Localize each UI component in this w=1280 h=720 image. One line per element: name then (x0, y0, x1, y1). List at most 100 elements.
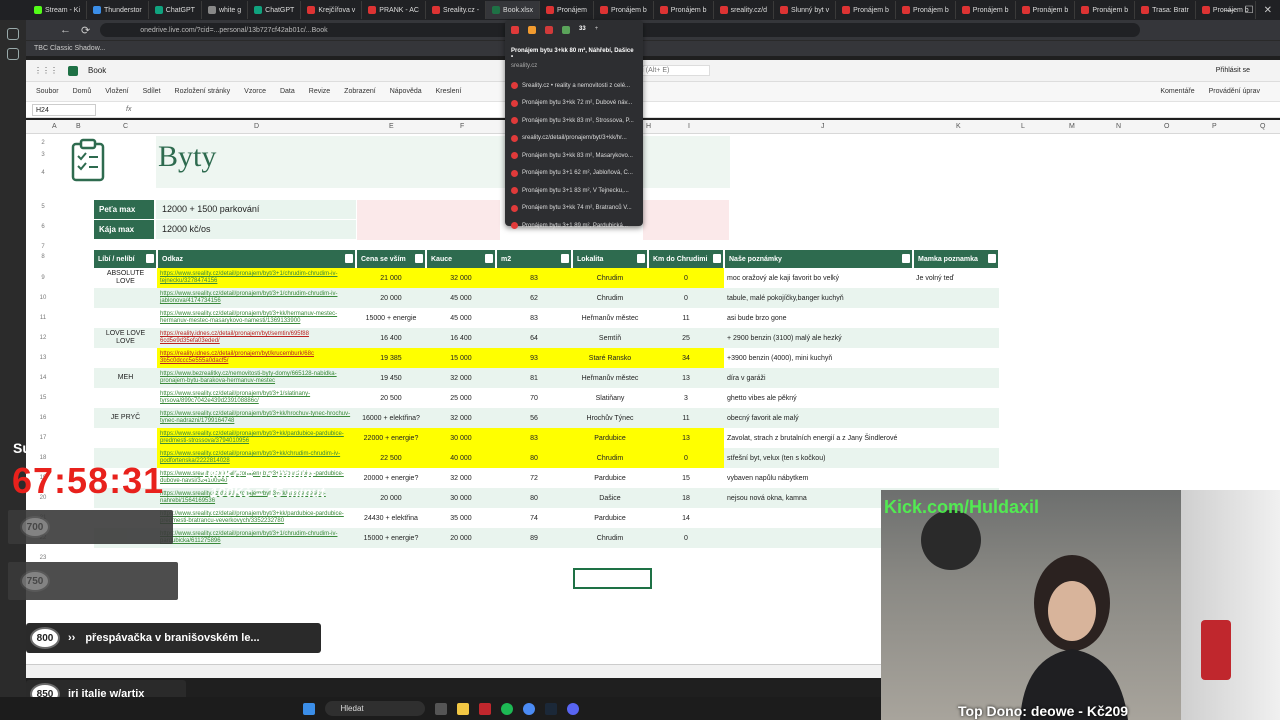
header-cell[interactable]: Cena se vším (356, 250, 427, 268)
cell-link[interactable]: https://reality.idnes.cz/detail/pronajem… (157, 328, 356, 348)
menu-data[interactable]: Data (280, 88, 295, 95)
row-header[interactable]: 6 (38, 224, 48, 230)
row-header[interactable]: 12 (38, 335, 48, 341)
row-header[interactable]: 3 (38, 152, 48, 158)
row-header[interactable]: 13 (38, 355, 48, 361)
row-header[interactable]: 16 (38, 415, 48, 421)
row-header[interactable]: 5 (38, 204, 48, 210)
cell-link[interactable]: https://www.sreality.cz/detail/pronajem/… (157, 428, 356, 448)
menu-napoveda[interactable]: Nápověda (390, 88, 422, 95)
filter-dropdown-icon[interactable] (415, 254, 423, 263)
col-header[interactable]: K (956, 123, 961, 130)
file-name[interactable]: Book (88, 66, 106, 75)
maximize-icon[interactable]: ☐ (1245, 5, 1254, 16)
col-header[interactable]: J (821, 123, 825, 130)
header-cell[interactable]: Lokalita (572, 250, 649, 268)
header-cell[interactable]: Kauce (426, 250, 497, 268)
dropdown-tab-item[interactable]: Sreality.cz • reality a nemovitosti z ce… (511, 77, 637, 95)
cell-link[interactable]: https://www.sreality.cz/detail/pronajem/… (157, 308, 356, 328)
filter-dropdown-icon[interactable] (345, 254, 353, 263)
col-header[interactable]: C (123, 123, 128, 130)
row-header[interactable]: 9 (38, 275, 48, 281)
header-cell[interactable]: Naše poznámky (724, 250, 914, 268)
menu-revize[interactable]: Revize (309, 88, 330, 95)
tab-count[interactable]: 33 (579, 26, 586, 34)
row-header[interactable]: 8 (38, 254, 48, 260)
browser-tab[interactable]: Stream - Ki (28, 1, 88, 19)
cell-link[interactable]: https://www.sreality.cz/detail/pronajem/… (157, 388, 356, 408)
col-header[interactable]: O (1164, 123, 1169, 130)
cell-link[interactable]: https://www.sreality.cz/detail/pronajem/… (157, 508, 356, 528)
browser-tab[interactable]: Pronájem b (594, 1, 654, 19)
header-cell[interactable]: Líbí / nelíbí (94, 250, 158, 268)
filter-dropdown-icon[interactable] (713, 254, 721, 263)
browser-tab[interactable]: Pronájem b (654, 1, 714, 19)
row-header[interactable]: 23 (38, 555, 48, 561)
col-header[interactable]: F (460, 123, 464, 130)
filter-dropdown-icon[interactable] (561, 254, 569, 263)
browser-tab[interactable]: Slunný byt v (774, 1, 837, 19)
menu-vlozeni[interactable]: Vložení (105, 88, 128, 95)
discord-icon[interactable] (566, 702, 579, 715)
file-explorer-icon[interactable] (456, 702, 469, 715)
windows-start-icon[interactable] (302, 702, 315, 715)
menu-sdilet[interactable]: Sdílet (143, 88, 161, 95)
browser-tab[interactable]: Thunderstor (87, 1, 149, 19)
cell-link[interactable]: https://www.sreality.cz/detail/pronajem/… (157, 448, 356, 468)
browser-tab[interactable]: Pronájem b (896, 1, 956, 19)
browser-tab[interactable]: Pronájem b (836, 1, 896, 19)
browser-tab[interactable]: Pronájem b (1075, 1, 1136, 19)
filter-dropdown-icon[interactable] (146, 254, 154, 263)
row-header[interactable]: 7 (38, 244, 48, 250)
add-tab-icon[interactable]: + (595, 26, 599, 34)
taskbar-search[interactable]: Hledat (324, 701, 425, 716)
browser-tab[interactable]: white g (202, 1, 249, 19)
filter-dropdown-icon[interactable] (902, 254, 910, 263)
browser-tab[interactable]: Krejčířova v (301, 1, 363, 19)
dropdown-tab-item[interactable]: Pronájem bytu 3+1 62 m², Jabloňová, C... (511, 165, 637, 183)
header-cell[interactable]: Odkaz (157, 250, 357, 268)
filter-dropdown-icon[interactable] (637, 254, 645, 263)
bookmark-item[interactable]: TBC Classic Shadow... (34, 45, 105, 52)
row-header[interactable]: 15 (38, 395, 48, 401)
browser-tab[interactable]: PRANK - AC (362, 1, 426, 19)
col-header[interactable]: I (688, 123, 690, 130)
task-view-icon[interactable] (434, 702, 447, 715)
col-header[interactable]: P (1212, 123, 1217, 130)
filter-dropdown-icon[interactable] (988, 254, 996, 263)
header-cell[interactable]: m2 (496, 250, 573, 268)
browser-tab[interactable]: Sreality.cz - (426, 1, 487, 19)
dropdown-tab-item[interactable]: sreality.cz/detail/pronajem/byt/3+kk/hr.… (511, 130, 637, 148)
col-header[interactable]: B (76, 123, 81, 130)
shield-icon[interactable] (562, 26, 570, 34)
row-header[interactable]: 2 (38, 140, 48, 146)
menu-kresleni[interactable]: Kreslení (436, 88, 462, 95)
menu-soubor[interactable]: Soubor (36, 88, 59, 95)
col-header[interactable]: H (646, 123, 651, 130)
col-header[interactable]: M (1069, 123, 1075, 130)
browser-tab[interactable]: Pronájem (540, 1, 594, 19)
row-header[interactable]: 4 (38, 170, 48, 176)
editing-mode-button[interactable]: Provádění úprav (1209, 88, 1260, 95)
browser-tab[interactable]: ChatGPT (248, 1, 302, 19)
app-launcher-icon[interactable]: ⋮⋮⋮ (34, 66, 58, 75)
col-header[interactable]: D (254, 123, 259, 130)
dropdown-tab-item[interactable]: Pronájem bytu 3+kk 83 m², Strossova, P..… (511, 112, 637, 130)
favorites-icon[interactable] (7, 48, 19, 60)
col-header[interactable]: Q (1260, 123, 1265, 130)
header-cell[interactable]: Mamka poznamka (913, 250, 1000, 268)
row-header[interactable]: 11 (38, 315, 48, 321)
comments-button[interactable]: Komentáře (1160, 88, 1194, 95)
workspace-icon[interactable] (7, 28, 19, 40)
heart-icon[interactable] (511, 26, 519, 34)
cell-link[interactable]: https://www.sreality.cz/detail/pronajem/… (157, 408, 356, 428)
dropdown-tab-item[interactable]: Pronájem bytu 3+1 89 m², Pardubická... (511, 217, 637, 235)
cell-link[interactable]: https://www.sreality.cz/detail/pronajem/… (157, 268, 356, 288)
cell-link[interactable]: https://www.bezrealitky.cz/nemovitosti-b… (157, 368, 356, 388)
col-header[interactable]: E (389, 123, 394, 130)
browser-tab[interactable]: Trasa: Bratr (1135, 1, 1196, 19)
spotify-icon[interactable] (500, 702, 513, 715)
steam-icon[interactable] (544, 702, 557, 715)
cell-link[interactable]: https://www.sreality.cz/detail/pronajem/… (157, 528, 356, 548)
name-box[interactable]: H24 (32, 103, 96, 116)
